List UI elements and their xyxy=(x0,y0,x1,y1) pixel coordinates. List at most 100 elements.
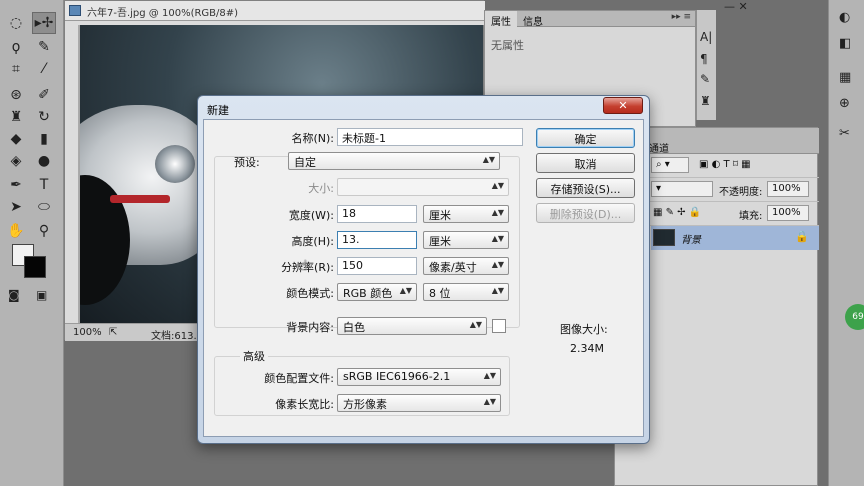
filter-icons[interactable]: ▣ ◐ T ⌑ ▦ xyxy=(699,159,751,170)
width-field[interactable]: 18 xyxy=(337,205,417,223)
size-label: 大小: xyxy=(308,182,334,195)
color-profile-label: 颜色配置文件: xyxy=(264,372,334,385)
lock-icon[interactable]: 🔒 xyxy=(795,230,809,243)
advanced-label: 高级 xyxy=(240,348,268,364)
pixel-aspect-label: 像素长宽比: xyxy=(275,398,334,411)
size-select: ▲▼ xyxy=(337,178,509,196)
delete-preset-button: 删除预设(D)... xyxy=(536,203,635,223)
hand-tool-icon[interactable]: ✋ xyxy=(4,220,28,242)
blend-mode-select[interactable]: ▾ xyxy=(651,181,713,197)
tools-options-icon[interactable]: ✂ xyxy=(839,126,850,141)
quick-mask-icon[interactable]: ◙ xyxy=(8,288,20,302)
quick-select-tool-icon[interactable]: ✎ xyxy=(32,36,56,58)
marquee-tool-icon[interactable]: ◌ xyxy=(4,12,28,34)
preset-value: 自定 xyxy=(294,156,316,169)
swatches-icon[interactable]: ⊕ xyxy=(839,96,850,111)
chevron-down-icon: ▲▼ xyxy=(491,260,504,269)
width-unit-value: 厘米 xyxy=(429,209,451,222)
zoom-level[interactable]: 100% xyxy=(73,327,102,338)
paragraph-panel-icon[interactable]: ¶ xyxy=(700,52,708,66)
fill-label: 填充: xyxy=(739,211,763,222)
lasso-tool-icon[interactable]: ϙ xyxy=(4,36,28,58)
clone-stamp-tool-icon[interactable]: ♜ xyxy=(4,106,28,128)
color-mode-label: 颜色模式: xyxy=(286,287,334,300)
adjustments-icon[interactable]: ◐ xyxy=(839,10,850,25)
new-document-dialog: 新建 ✕ 名称(N): 未标题-1 预设: 自定 ▲▼ 大小: ▲▼ 宽度(W):… xyxy=(197,95,650,444)
background-color-swatch[interactable] xyxy=(24,256,46,278)
bit-depth-select[interactable]: 8 位 ▲▼ xyxy=(423,283,509,301)
brush-tool-icon[interactable]: ✐ xyxy=(32,84,56,106)
tab-properties[interactable]: 属性 xyxy=(485,11,517,28)
chevron-down-icon: ▲▼ xyxy=(399,286,412,295)
preset-label: 预设: xyxy=(234,156,260,169)
chevron-down-icon: ▲▼ xyxy=(483,371,496,380)
tab-channels[interactable]: 通道 xyxy=(649,140,669,155)
gradient-tool-icon[interactable]: ▮ xyxy=(32,128,56,150)
resolution-unit-select[interactable]: 像素/英寸 ▲▼ xyxy=(423,257,509,275)
resolution-unit-value: 像素/英寸 xyxy=(429,261,477,274)
filter-kind-select[interactable]: ⌕ ▾ xyxy=(651,157,689,173)
character-panel-icon[interactable]: A| xyxy=(700,30,712,44)
ruler-left xyxy=(65,25,79,323)
height-unit-select[interactable]: 厘米 ▲▼ xyxy=(423,231,509,249)
fill-input[interactable]: 100% xyxy=(767,205,809,221)
color-mode-select[interactable]: RGB 颜色 ▲▼ xyxy=(337,283,417,301)
width-unit-select[interactable]: 厘米 ▲▼ xyxy=(423,205,509,223)
background-select[interactable]: 白色 ▲▼ xyxy=(337,317,487,335)
eyedropper-tool-icon[interactable]: ⁄ xyxy=(32,58,56,80)
image-size-label: 图像大小: xyxy=(560,323,608,336)
pixel-aspect-select[interactable]: 方形像素 ▲▼ xyxy=(337,394,501,412)
blur-tool-icon[interactable]: ◈ xyxy=(4,150,28,172)
mouse-cursor-icon: ☝ xyxy=(299,258,308,274)
chevron-down-icon: ▲▼ xyxy=(491,234,504,243)
panel-icon-strip: A| ¶ ✎ ♜ xyxy=(696,10,716,120)
move-tool-icon[interactable]: ▸✢ xyxy=(32,12,56,34)
notification-badge[interactable]: 69 xyxy=(845,304,864,330)
path-select-tool-icon[interactable]: ➤ xyxy=(4,196,28,218)
opacity-input[interactable]: 100% xyxy=(767,181,809,197)
color-panel-icon[interactable]: ▦ xyxy=(839,70,851,85)
screen-mode-icon[interactable]: ▣ xyxy=(36,288,47,302)
lock-icons[interactable]: ▦ ✎ ✢ 🔒 xyxy=(653,207,701,218)
tools-panel: ◌ ▸✢ ϙ ✎ ⌗ ⁄ ⊛ ✐ ♜ ↻ ◆ ▮ ◈ ● ✒ T ➤ ⬭ ✋ ⚲… xyxy=(0,0,64,486)
height-field[interactable]: 13. xyxy=(337,231,417,249)
name-label: 名称(N): xyxy=(291,132,334,145)
color-profile-select[interactable]: sRGB IEC61966-2.1 ▲▼ xyxy=(337,368,501,386)
chevron-down-icon: ▲▼ xyxy=(491,181,504,190)
pixel-aspect-value: 方形像素 xyxy=(343,398,387,411)
chevron-down-icon: ▲▼ xyxy=(469,320,482,329)
document-tab[interactable]: 六年7-吾.jpg @ 100%(RGB/8#) xyxy=(65,1,485,21)
preset-select[interactable]: 自定 ▲▼ xyxy=(288,152,500,170)
layer-row-background[interactable]: 背景 🔒 xyxy=(651,226,819,250)
chevron-down-icon: ▲▼ xyxy=(491,208,504,217)
healing-brush-tool-icon[interactable]: ⊛ xyxy=(4,84,28,106)
color-profile-value: sRGB IEC61966-2.1 xyxy=(343,370,451,383)
close-button[interactable]: ✕ xyxy=(603,97,643,114)
resolution-field[interactable]: 150 xyxy=(337,257,417,275)
background-color-box[interactable] xyxy=(492,319,506,333)
shape-tool-icon[interactable]: ⬭ xyxy=(32,196,56,218)
history-brush-tool-icon[interactable]: ↻ xyxy=(32,106,56,128)
panel-menu-icon[interactable]: ▸▸ ≡ xyxy=(672,12,691,22)
type-tool-icon[interactable]: T xyxy=(32,174,56,196)
brush-panel-icon[interactable]: ✎ xyxy=(700,72,710,86)
save-preset-button[interactable]: 存储预设(S)... xyxy=(536,178,635,198)
tab-info[interactable]: 信息 xyxy=(517,11,549,28)
car-reflector xyxy=(110,195,170,203)
color-mode-value: RGB 颜色 xyxy=(343,287,393,300)
dialog-title: 新建 xyxy=(207,104,229,117)
styles-icon[interactable]: ◧ xyxy=(839,36,851,51)
eraser-tool-icon[interactable]: ◆ xyxy=(4,128,28,150)
bit-depth-value: 8 位 xyxy=(429,287,451,300)
cancel-button[interactable]: 取消 xyxy=(536,153,635,173)
zoom-tool-icon[interactable]: ⚲ xyxy=(32,220,56,242)
ok-button[interactable]: 确定 xyxy=(536,128,635,148)
crop-tool-icon[interactable]: ⌗ xyxy=(4,58,28,80)
clone-source-panel-icon[interactable]: ♜ xyxy=(700,94,711,108)
name-field[interactable]: 未标题-1 xyxy=(337,128,523,146)
dialog-body: 名称(N): 未标题-1 预设: 自定 ▲▼ 大小: ▲▼ 宽度(W): 18 厘… xyxy=(203,119,644,437)
window-buttons[interactable]: — ✕ xyxy=(724,0,748,13)
dodge-tool-icon[interactable]: ● xyxy=(32,150,56,172)
pen-tool-icon[interactable]: ✒ xyxy=(4,174,28,196)
export-icon[interactable]: ⇱ xyxy=(109,327,117,338)
